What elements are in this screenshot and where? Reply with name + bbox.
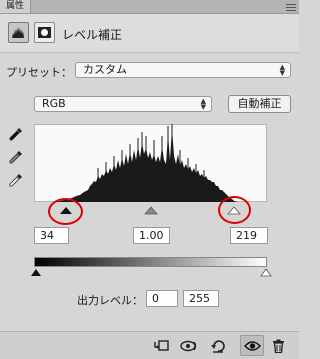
- input-gamma-slider[interactable]: [144, 206, 158, 215]
- input-gamma-field[interactable]: 1.00: [133, 227, 170, 244]
- properties-header: レベル補正: [0, 14, 299, 53]
- panel-tab-bar: 属性: [0, 0, 299, 14]
- preset-select[interactable]: カスタム ▲ ▼: [75, 62, 291, 78]
- footer-toolbar: [0, 331, 299, 359]
- tab-properties[interactable]: 属性: [0, 0, 32, 13]
- panel-title: レベル補正: [62, 28, 123, 42]
- levels-adjustment-icon[interactable]: [8, 22, 29, 43]
- input-slider-track: [60, 206, 241, 215]
- output-levels-label: 出力レベル：: [77, 294, 143, 307]
- input-black-field[interactable]: 34: [34, 227, 69, 244]
- panel-menu-icon[interactable]: [286, 2, 296, 11]
- white-eyedropper-icon[interactable]: [8, 172, 24, 188]
- black-eyedropper-icon[interactable]: [8, 126, 24, 142]
- highlight-circle-white: [218, 196, 251, 224]
- output-white-slider[interactable]: [260, 268, 272, 277]
- reset-icon[interactable]: [210, 339, 226, 353]
- output-slider-track: [31, 268, 272, 277]
- output-white-field[interactable]: 255: [183, 290, 219, 307]
- highlight-circle-black: [48, 198, 83, 225]
- output-black-field[interactable]: 0: [146, 290, 178, 307]
- channel-select[interactable]: RGB ▲ ▼: [34, 96, 212, 112]
- trash-icon[interactable]: [272, 339, 285, 353]
- view-previous-state-icon[interactable]: [179, 339, 199, 353]
- layer-mask-icon[interactable]: [34, 22, 55, 43]
- select-arrows-icon: ▲ ▼: [200, 97, 206, 111]
- output-black-slider[interactable]: [31, 269, 41, 276]
- select-arrows-icon: ▲ ▼: [279, 63, 285, 77]
- auto-button[interactable]: 自動補正: [228, 95, 291, 113]
- visibility-eye-icon: [244, 341, 261, 351]
- preset-label: プリセット：: [6, 66, 72, 79]
- channel-value: RGB: [42, 97, 66, 110]
- gray-eyedropper-icon[interactable]: [8, 149, 24, 165]
- input-white-field[interactable]: 219: [230, 227, 268, 244]
- preset-value: カスタム: [83, 63, 127, 76]
- visibility-toggle[interactable]: [240, 335, 264, 356]
- clip-to-layer-icon[interactable]: [153, 339, 169, 353]
- histogram: [34, 124, 238, 202]
